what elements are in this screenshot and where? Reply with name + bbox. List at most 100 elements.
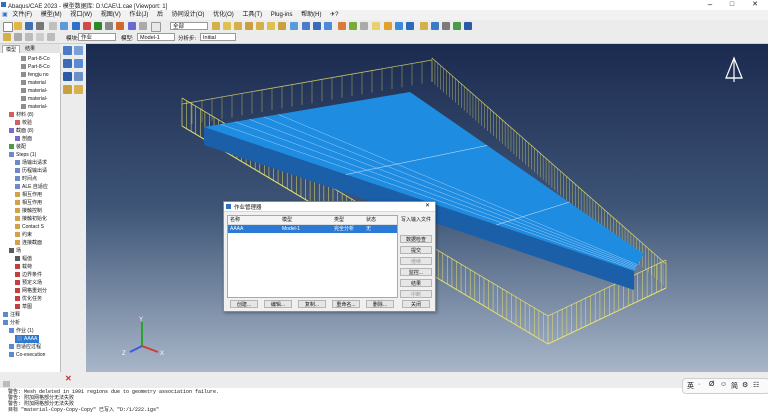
tree-item[interactable]: 幅值 [15,255,32,263]
tree-item[interactable]: 历程输出请 [15,167,47,175]
undo-icon[interactable] [60,22,68,30]
perspective-icon[interactable] [139,22,147,30]
coexecution-manager-icon[interactable] [74,72,83,81]
adaptivity-icon[interactable] [63,59,72,68]
render-shaded-icon[interactable] [313,22,321,30]
iso-view-icon[interactable] [212,22,220,30]
tree-item[interactable]: 分析 [3,319,20,327]
tree-item[interactable]: 场输出请求 [15,159,47,167]
tree-item[interactable]: material- [21,95,47,103]
tree-expand-icon[interactable] [47,33,55,41]
query-icon[interactable] [151,22,161,32]
dialog-bottom-button[interactable]: 编辑... [264,300,292,308]
dialog-side-button[interactable]: 结果 [400,279,432,287]
minimize-icon[interactable]: – [700,0,720,10]
tree-item[interactable]: 校验 [15,119,32,127]
message-tab-icon[interactable] [3,381,10,387]
tree-item[interactable]: 材料 (8) [9,111,34,119]
menu-item-tools[interactable]: 工具(T) [242,10,262,20]
render-style-select[interactable]: 全部 [170,22,208,30]
tree-item[interactable]: 约束 [15,231,32,239]
color-code-icon[interactable] [338,22,346,30]
toggle-icon-3[interactable] [406,22,414,30]
save-icon[interactable] [25,22,33,30]
dialog-side-button[interactable]: 数据检查 [400,235,432,243]
menu-item-plugins[interactable]: Plug-ins [271,10,293,20]
tree-item[interactable]: Part-8-Co [21,55,50,63]
menu-item-file[interactable]: 文件(F) [12,10,32,20]
dialog-bottom-button[interactable]: 关闭 [402,300,430,308]
fit-view-icon[interactable] [116,22,124,30]
menu-item-post[interactable]: 后 [157,10,163,20]
job-manager-icon[interactable] [63,46,72,55]
ime-item[interactable]: ☺ [720,381,727,388]
tree-item[interactable]: 相互作用 [15,191,42,199]
optimization-icon[interactable] [63,85,72,94]
tree-item[interactable]: ALE 自适应 [15,183,48,191]
ime-item[interactable]: ⚙ [742,381,748,389]
right-view-icon[interactable] [278,22,286,30]
back-view-icon[interactable] [234,22,242,30]
close-icon[interactable]: ✕ [745,0,765,10]
tree-item[interactable]: 网格重划分 [15,287,47,295]
new-file-icon[interactable] [3,22,13,32]
maximize-icon[interactable]: □ [722,0,742,10]
dialog-side-button[interactable]: 监控... [400,268,432,276]
tree-item[interactable]: AAAA [15,335,40,343]
tab-results[interactable]: 结果 [22,45,38,52]
tree-item[interactable]: 场 [9,247,21,255]
tree-item[interactable]: Steps (1) [9,151,36,159]
module-select[interactable]: 作业 [78,33,116,41]
tree-item[interactable]: 相互作用 [15,199,42,207]
left-view-icon[interactable] [267,22,275,30]
tree-item[interactable]: 草图 [15,303,32,311]
cut-icon[interactable] [49,22,57,30]
tree-item[interactable]: 优化任务 [15,295,42,303]
front-view-icon[interactable] [223,22,231,30]
tree-item[interactable]: 注释 [3,311,20,319]
toggle-icon-8[interactable] [464,22,472,30]
tree-item[interactable]: Contact S [15,223,44,231]
adaptivity-manager-icon[interactable] [74,59,83,68]
ime-item[interactable]: 英 [687,381,694,391]
dialog-side-button[interactable]: 中断 [400,290,432,298]
menu-item-job[interactable]: 作业(J) [129,10,148,20]
print-icon[interactable] [36,22,44,30]
tree-item[interactable]: 接触控制 [15,207,42,215]
create-job-icon[interactable] [74,46,83,55]
box-zoom-icon[interactable] [105,22,113,30]
toggle-icon-2[interactable] [395,22,403,30]
tree-item[interactable]: 装配 [9,143,26,151]
tree-collapse-icon[interactable] [36,33,44,41]
tree-item[interactable]: 剖面 [15,135,32,143]
menu-item-help[interactable]: 帮助(H) [301,10,321,20]
dialog-close-icon[interactable]: ✕ [425,202,430,209]
tree-item[interactable]: 自适应过程 [9,343,41,351]
dialog-bottom-button[interactable]: 重命名... [332,300,360,308]
tree-toggle-icon[interactable] [3,33,11,41]
pan-icon[interactable] [72,22,80,30]
table-row[interactable]: AAAA Model-1 完全分析 无 [228,225,397,233]
ime-item[interactable]: · [698,381,700,388]
menu-item-model[interactable]: 模型(M) [41,10,62,20]
ime-item[interactable]: ☷ [753,381,759,389]
display-group-icon[interactable] [349,22,357,30]
query-info-icon[interactable] [290,22,298,30]
top-view-icon[interactable] [245,22,253,30]
prompt-cancel-icon[interactable]: ✕ [65,374,72,383]
tree-item[interactable]: 接触初始化 [15,215,47,223]
dialog-bottom-button[interactable]: 删除... [366,300,394,308]
zoom-icon[interactable] [94,22,102,30]
open-file-icon[interactable] [14,22,22,30]
menu-item-viewport[interactable]: 视口(W) [70,10,92,20]
tree-item[interactable]: fengju no [21,71,49,79]
tree-item[interactable]: material- [21,103,47,111]
tree-item[interactable]: 时间点 [15,175,37,183]
render-hidden-icon[interactable] [324,22,332,30]
render-wire-icon[interactable] [302,22,310,30]
toggle-icon-7[interactable] [453,22,461,30]
dialog-side-button[interactable]: 提交 [400,246,432,254]
tree-item[interactable]: 载荷 [15,263,32,271]
dialog-bottom-button[interactable]: 复制... [298,300,326,308]
model-select[interactable]: Model-1 [137,33,175,41]
